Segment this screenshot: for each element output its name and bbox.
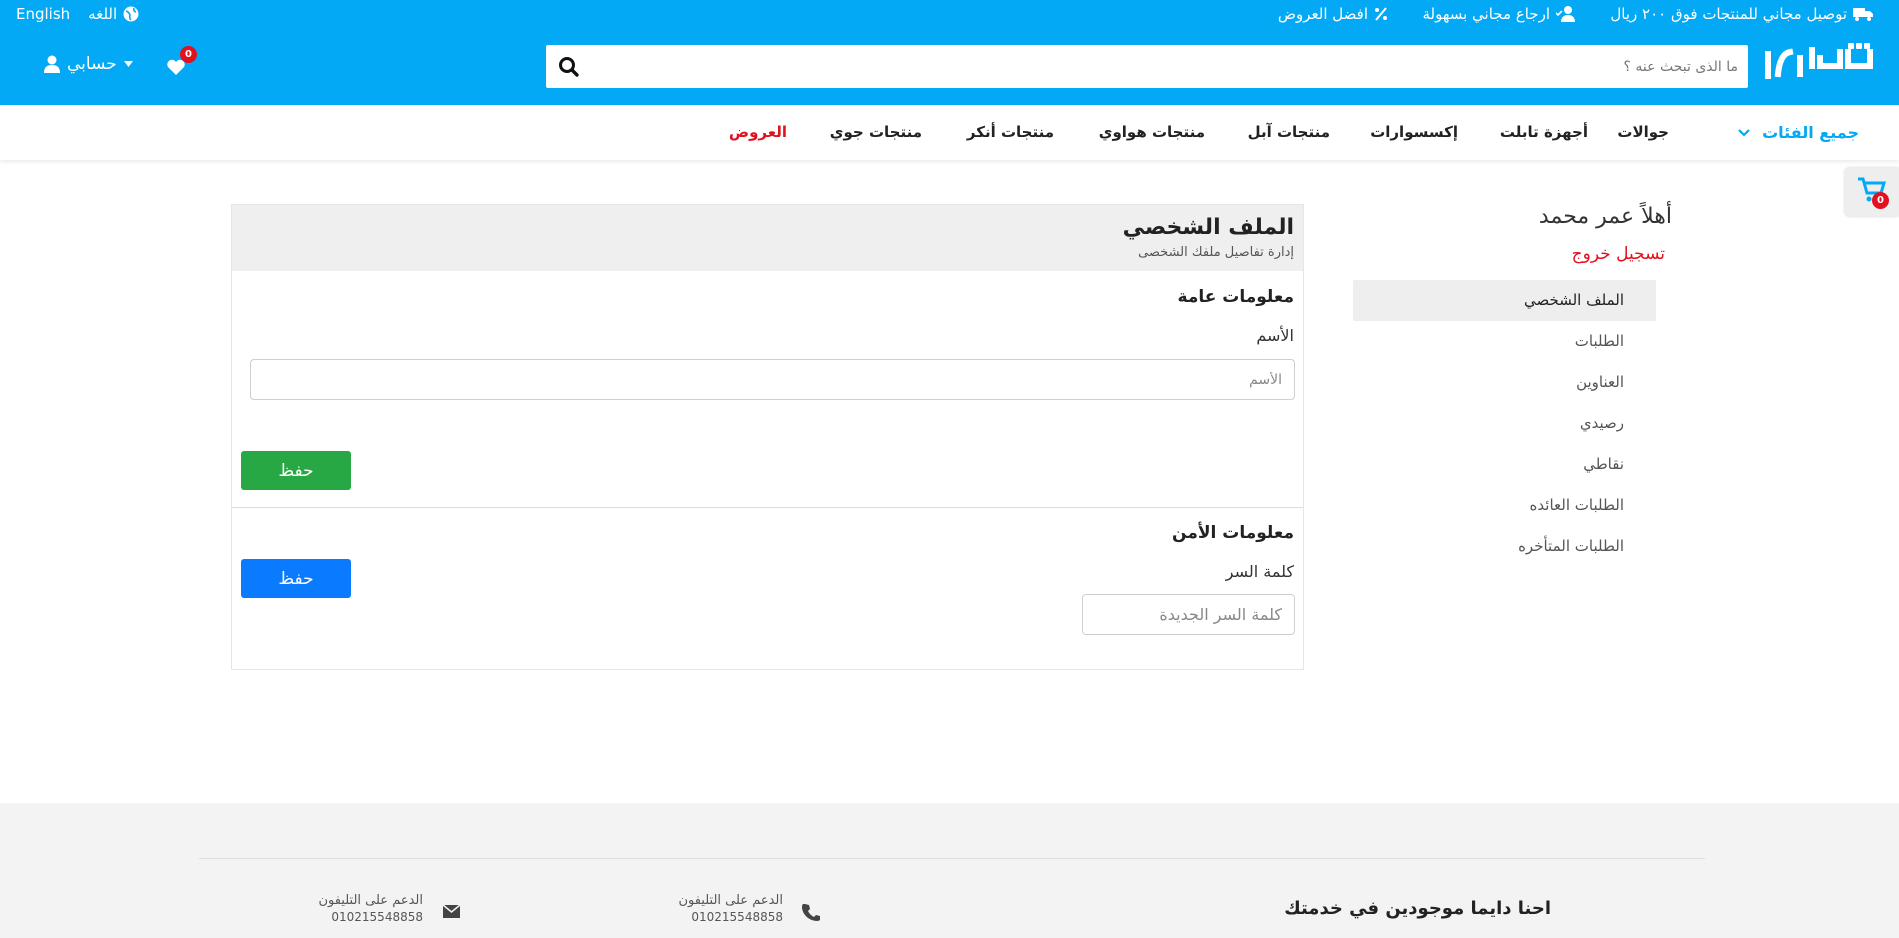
email-support-number[interactable]: 010215548858 xyxy=(318,910,423,924)
sidebar-item-addresses[interactable]: العناوين xyxy=(1353,362,1656,403)
wishlist-count-badge: 0 xyxy=(180,46,197,63)
name-input[interactable] xyxy=(250,359,1295,400)
name-label: الأسم xyxy=(1256,326,1294,345)
promo-shipping: توصيل مجاني للمنتجات فوق ٢٠٠ ريال xyxy=(1610,5,1875,23)
site-logo[interactable] xyxy=(1760,40,1875,90)
floating-cart-button[interactable]: 0 xyxy=(1845,168,1899,216)
chevron-down-icon xyxy=(1738,128,1750,137)
section-divider xyxy=(232,507,1303,508)
nav-item-joy[interactable]: منتجات جوي xyxy=(830,123,922,141)
user-check-icon xyxy=(1556,6,1575,22)
profile-card-header: الملف الشخصي إدارة تفاصيل ملفك الشخصى xyxy=(232,205,1303,271)
promo-return: ارجاع مجاني بسهولة xyxy=(1422,5,1578,23)
account-sidebar-menu: الملف الشخصي الطلبات العناوين رصيدي نقاط… xyxy=(1353,280,1656,567)
new-password-input[interactable] xyxy=(1082,594,1295,635)
nav-item-anker[interactable]: منتجات أنكر xyxy=(967,123,1054,141)
nav-item-offers[interactable]: العروض xyxy=(729,123,787,141)
wishlist-button[interactable]: 0 xyxy=(166,46,197,76)
language-switcher[interactable]: English اللغه xyxy=(16,5,139,23)
profile-card: الملف الشخصي إدارة تفاصيل ملفك الشخصى مع… xyxy=(231,204,1304,670)
promo-shipping-text: توصيل مجاني للمنتجات فوق ٢٠٠ ريال xyxy=(1610,5,1847,23)
language-label: اللغه xyxy=(88,5,118,23)
password-label: كلمة السر xyxy=(1225,562,1294,581)
footer-title: احنا دايما موجودين في خدمتك xyxy=(1284,898,1551,919)
nav-item-phones[interactable]: جوالات xyxy=(1617,123,1669,141)
page-subtitle: إدارة تفاصيل ملفك الشخصى xyxy=(1138,245,1294,260)
user-icon xyxy=(44,55,60,73)
search-icon[interactable] xyxy=(558,56,580,78)
truck-icon xyxy=(1853,8,1873,21)
user-greeting: أهلاً عمر محمد xyxy=(1538,204,1672,229)
page-title: الملف الشخصي xyxy=(1122,215,1294,240)
promo-offers: افضل العروض xyxy=(1278,5,1388,23)
site-footer: احنا دايما موجودين في خدمتك الدعم على ال… xyxy=(0,803,1899,938)
main-nav: جميع الفئات جوالات أجهزة تابلت إكسسوارات… xyxy=(0,105,1899,160)
percent-icon xyxy=(1375,7,1387,21)
sidebar-item-orders[interactable]: الطلبات xyxy=(1353,321,1656,362)
save-security-button[interactable]: حفظ xyxy=(241,559,351,598)
search-input[interactable] xyxy=(596,51,1738,82)
account-menu[interactable]: حسابي xyxy=(44,54,133,74)
phone-support: الدعم على التليفون 010215548858 xyxy=(678,893,783,924)
nav-item-huawei[interactable]: منتجات هواوي xyxy=(1099,123,1205,141)
nav-all-categories-label: جميع الفئات xyxy=(1762,123,1859,142)
promo-offers-text: افضل العروض xyxy=(1277,5,1368,23)
chevron-down-icon xyxy=(123,61,133,67)
cart-count-badge: 0 xyxy=(1872,192,1889,209)
phone-icon xyxy=(802,904,820,921)
nav-item-tablets[interactable]: أجهزة تابلت xyxy=(1500,123,1588,141)
email-support: الدعم على التليفون 010215548858 xyxy=(318,893,423,924)
sidebar-item-points[interactable]: نقاطي xyxy=(1353,444,1656,485)
footer-divider xyxy=(199,858,1705,859)
top-bar: توصيل مجاني للمنتجات فوق ٢٠٠ ريال ارجاع … xyxy=(0,0,1899,30)
sidebar-item-balance[interactable]: رصيدي xyxy=(1353,403,1656,444)
email-support-label: الدعم على التليفون xyxy=(318,893,423,908)
search-bar xyxy=(546,45,1748,88)
globe-icon xyxy=(123,6,139,22)
general-info-title: معلومات عامة xyxy=(1177,287,1294,307)
account-label: حسابي xyxy=(67,54,117,74)
sidebar-item-returned-orders[interactable]: الطلبات العائده xyxy=(1353,485,1656,526)
site-header: توصيل مجاني للمنتجات فوق ٢٠٠ ريال ارجاع … xyxy=(0,0,1899,105)
logout-link[interactable]: تسجيل خروج xyxy=(1572,244,1665,264)
security-info-title: معلومات الأمن xyxy=(1172,523,1294,543)
phone-support-label: الدعم على التليفون xyxy=(678,893,783,908)
save-general-button[interactable]: حفظ xyxy=(241,451,351,490)
sidebar-item-late-orders[interactable]: الطلبات المتأخره xyxy=(1353,526,1656,567)
promo-return-text: ارجاع مجاني بسهولة xyxy=(1422,5,1550,23)
phone-support-number[interactable]: 010215548858 xyxy=(678,910,783,924)
sidebar-item-profile[interactable]: الملف الشخصي xyxy=(1353,280,1656,321)
nav-item-apple[interactable]: منتجات آبل xyxy=(1248,123,1330,141)
envelope-icon xyxy=(443,905,460,918)
nav-all-categories[interactable]: جميع الفئات xyxy=(1738,123,1859,142)
nav-item-accessories[interactable]: إكسسوارات xyxy=(1370,123,1458,141)
language-english-link[interactable]: English xyxy=(16,5,70,23)
